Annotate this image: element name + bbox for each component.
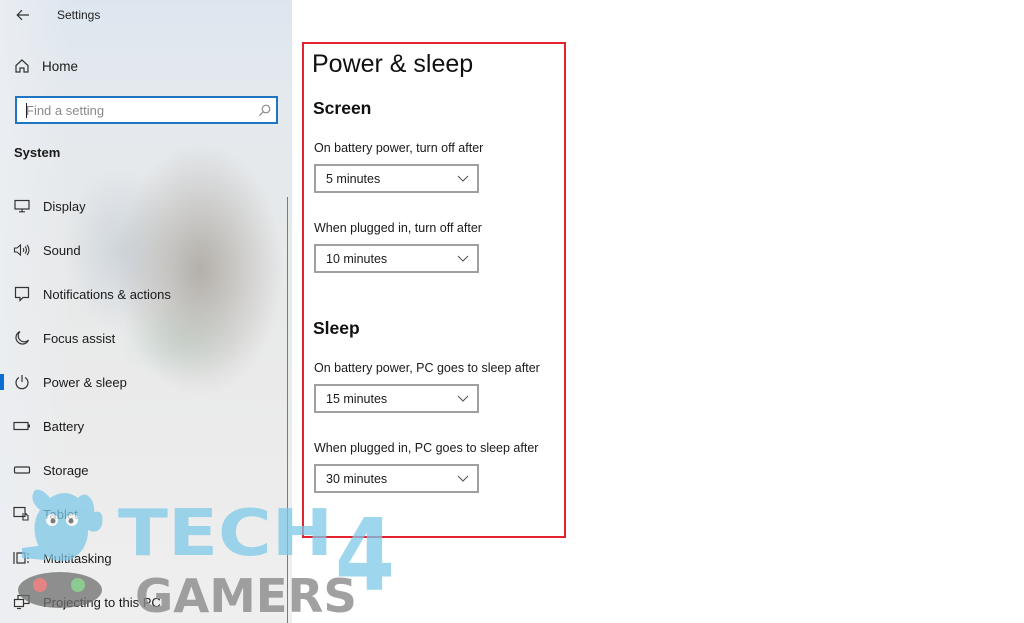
- dropdown-value: 30 minutes: [326, 471, 388, 486]
- sleep-plugged-dropdown[interactable]: 30 minutes: [314, 464, 479, 493]
- sidebar-item-display[interactable]: Display: [0, 184, 288, 228]
- app-title: Settings: [57, 8, 101, 22]
- projecting-icon: [13, 593, 31, 611]
- sidebar-item-notifications[interactable]: Notifications & actions: [0, 272, 288, 316]
- sidebar-item-projecting[interactable]: Projecting to this PC: [0, 580, 288, 623]
- sidebar-item-label: Sound: [43, 242, 81, 258]
- screen-battery-label: On battery power, turn off after: [314, 141, 484, 155]
- sidebar-item-label: Projecting to this PC: [43, 594, 161, 610]
- sidebar-item-label: Multitasking: [43, 550, 112, 566]
- speaker-icon: [13, 241, 31, 259]
- notification-icon: [13, 285, 31, 303]
- sidebar-item-label: Display: [43, 198, 86, 214]
- sidebar-item-tablet[interactable]: Tablet: [0, 492, 288, 536]
- chevron-down-icon: [449, 255, 477, 262]
- screen-battery-dropdown[interactable]: 5 minutes: [314, 164, 479, 193]
- sidebar-item-multitasking[interactable]: Multitasking: [0, 536, 288, 580]
- screen-plugged-dropdown[interactable]: 10 minutes: [314, 244, 479, 273]
- chevron-down-icon: [449, 395, 477, 402]
- sidebar-item-label: Battery: [43, 418, 85, 434]
- sidebar-item-storage[interactable]: Storage: [0, 448, 288, 492]
- power-icon: [13, 373, 31, 391]
- sidebar-item-label: Notifications & actions: [43, 286, 171, 302]
- settings-window: Settings Home System Display Sound: [0, 0, 1024, 623]
- sleep-battery-label: On battery power, PC goes to sleep after: [314, 361, 540, 375]
- storage-icon: [13, 461, 31, 479]
- monitor-icon: [13, 197, 31, 215]
- sidebar-item-battery[interactable]: Battery: [0, 404, 288, 448]
- sleep-plugged-label: When plugged in, PC goes to sleep after: [314, 441, 539, 455]
- home-icon: [15, 59, 29, 73]
- sidebar-item-home[interactable]: Home: [14, 58, 78, 74]
- multitasking-icon: [13, 549, 31, 567]
- dropdown-value: 10 minutes: [326, 251, 388, 266]
- moon-icon: [13, 329, 31, 347]
- screen-plugged-label: When plugged in, turn off after: [314, 221, 482, 235]
- text-caret: [26, 103, 27, 118]
- back-arrow-icon: [16, 9, 29, 21]
- sidebar-item-power-sleep[interactable]: Power & sleep: [0, 360, 288, 404]
- battery-icon: [13, 417, 31, 435]
- chevron-down-icon: [449, 475, 477, 482]
- back-button[interactable]: [12, 4, 34, 26]
- sidebar-item-sound[interactable]: Sound: [0, 228, 288, 272]
- screen-heading: Screen: [313, 98, 372, 118]
- search-icon[interactable]: [252, 104, 276, 117]
- sidebar-nav: Display Sound Notifications & actions Fo…: [0, 184, 288, 623]
- sidebar-item-label: Home: [42, 58, 79, 74]
- sidebar-item-label: Tablet: [43, 506, 78, 522]
- section-label-system: System: [14, 145, 61, 160]
- search-input[interactable]: [17, 98, 252, 122]
- sidebar-item-label: Storage: [43, 462, 89, 478]
- tablet-icon: [13, 505, 31, 523]
- sidebar-item-label: Power & sleep: [43, 374, 127, 390]
- sidebar-item-label: Focus assist: [43, 330, 116, 346]
- dropdown-value: 5 minutes: [326, 171, 381, 186]
- sleep-heading: Sleep: [313, 318, 360, 338]
- sleep-battery-dropdown[interactable]: 15 minutes: [314, 384, 479, 413]
- sidebar: Settings Home System Display Sound: [0, 0, 292, 623]
- sidebar-scrollbar[interactable]: [287, 197, 288, 623]
- page-title: Power & sleep: [312, 50, 474, 78]
- sidebar-item-focus-assist[interactable]: Focus assist: [0, 316, 288, 360]
- title-bar: Settings: [0, 0, 292, 30]
- chevron-down-icon: [449, 175, 477, 182]
- dropdown-value: 15 minutes: [326, 391, 388, 406]
- search-box[interactable]: [15, 96, 278, 124]
